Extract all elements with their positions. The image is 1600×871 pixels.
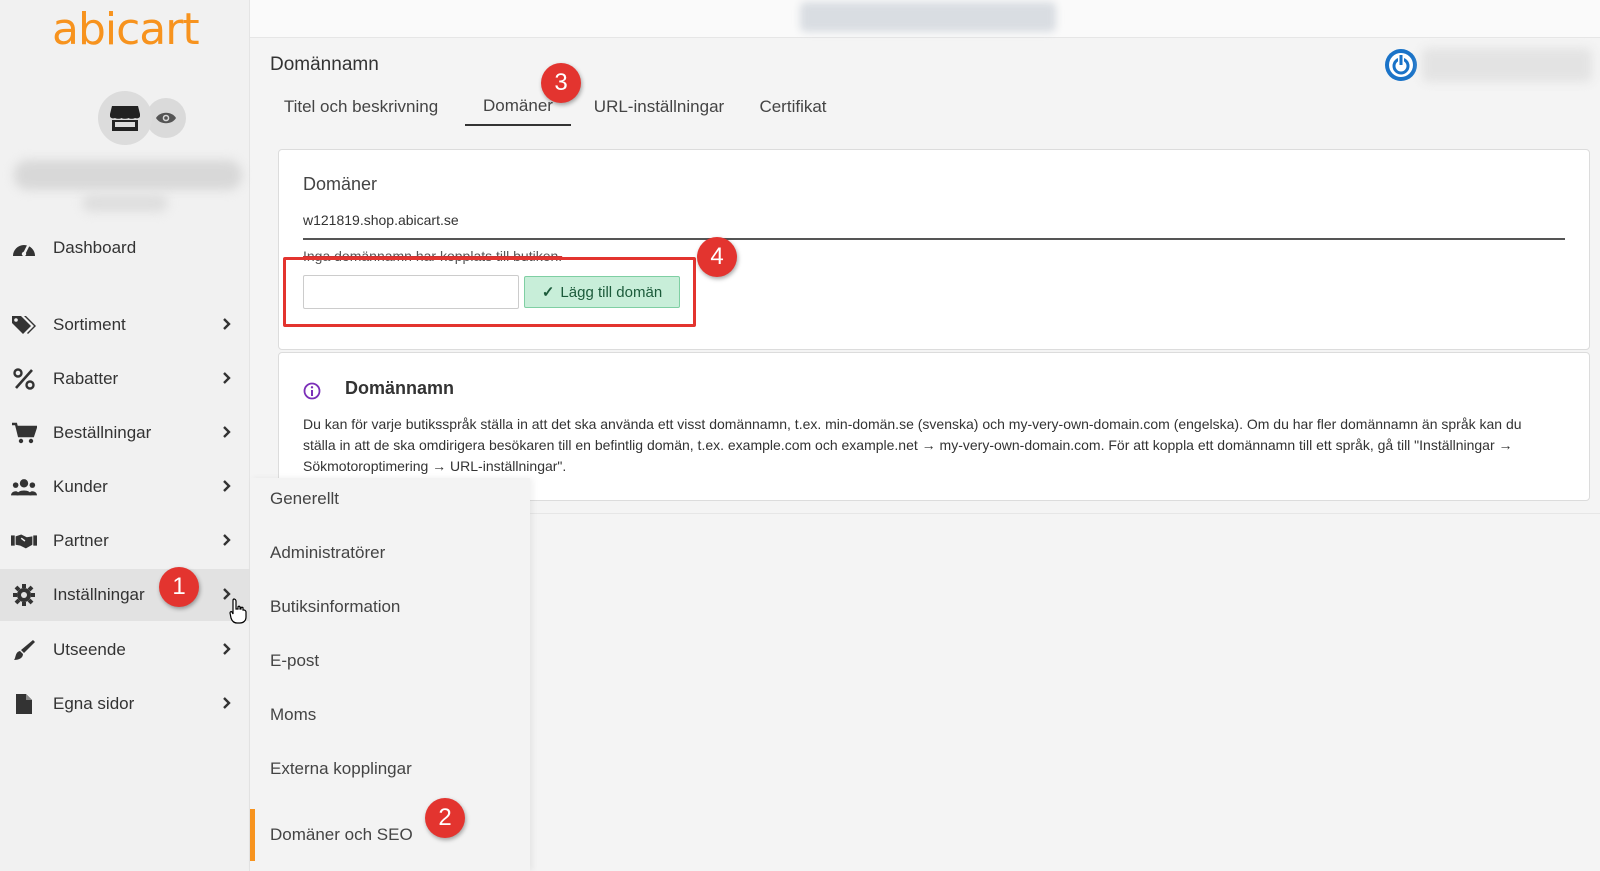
cart-icon [11,420,37,446]
tab-titel-och-beskrivning[interactable]: Titel och beskrivning [270,88,452,126]
domain-underline [303,238,1565,240]
submenu-item-butiksinformation[interactable]: Butiksinformation [250,581,530,633]
chevron-right-icon [223,318,231,330]
store-buttons [98,91,188,145]
preview-store-button[interactable] [146,98,186,138]
settings-submenu: Generellt Administratörer Butiksinformat… [250,478,530,871]
users-icon [11,474,37,500]
info-card-text: Du kan för varje butiksspråk ställa in a… [303,416,1522,474]
sidebar-item-bestallningar[interactable]: Beställningar [0,407,250,459]
abicart-logo[interactable]: abicart [52,4,200,55]
tab-url-installningar[interactable]: URL-inställningar [585,88,733,126]
sidebar-item-label: Kunder [53,477,108,496]
sidebar-item-label: Sortiment [53,315,126,334]
domains-card-title: Domäner [303,174,378,194]
sidebar-item-label: Beställningar [53,423,152,442]
sidebar-item-kunder[interactable]: Kunder [0,461,250,513]
current-domain: w121819.shop.abicart.se [303,212,459,228]
sidebar: abicart Dashboard Sortiment Rabatter Bes… [0,0,250,871]
eye-icon [156,112,176,124]
submenu-item-moms[interactable]: Moms [250,689,530,741]
chevron-right-icon [223,697,231,709]
tags-icon [11,312,37,338]
sidebar-item-partner[interactable]: Partner [0,515,250,567]
chevron-right-icon [223,643,231,655]
step-badge-2: 2 [425,798,465,838]
submenu-item-domaner-och-seo[interactable]: Domäner och SEO [250,809,530,861]
handshake-icon [11,528,37,554]
step-badge-1: 1 [159,567,199,607]
user-name-redacted [1422,48,1592,82]
submenu-item-externa-kopplingar[interactable]: Externa kopplingar [250,743,530,795]
tab-certifikat[interactable]: Certifikat [748,88,838,126]
step-badge-4: 4 [697,237,737,277]
power-icon[interactable] [1384,48,1418,82]
submenu-item-administratorer[interactable]: Administratörer [250,527,530,579]
sidebar-item-utseende[interactable]: Utseende [0,624,250,676]
store-button[interactable] [98,91,152,145]
chevron-right-icon [223,534,231,546]
sidebar-item-rabatter[interactable]: Rabatter [0,353,250,405]
hand-cursor-icon [229,598,247,624]
store-name-redacted [14,160,242,190]
sidebar-item-label: Egna sidor [53,694,135,713]
percent-icon [11,366,37,392]
sidebar-item-label: Utseende [53,640,126,659]
sidebar-item-sortiment[interactable]: Sortiment [0,299,250,351]
brush-icon [11,637,37,663]
store-sub-redacted [82,194,168,212]
sidebar-item-egna-sidor[interactable]: Egna sidor [0,678,250,730]
step-badge-3: 3 [541,63,581,103]
submenu-item-e-post[interactable]: E-post [250,635,530,687]
sidebar-item-dashboard[interactable]: Dashboard [0,222,250,274]
top-bar [250,0,1600,38]
info-icon [303,382,321,400]
chevron-right-icon [223,480,231,492]
file-icon [11,691,37,717]
dashboard-gauge-icon [11,235,37,261]
gear-icon [11,582,37,608]
sidebar-item-label: Partner [53,531,109,550]
sidebar-item-installningar[interactable]: Inställningar [0,569,250,621]
app-root: abicart Dashboard Sortiment Rabatter Bes… [0,0,1600,871]
store-icon [110,106,140,131]
sidebar-item-label: Inställningar [53,585,145,604]
page-title: Domännamn [270,54,379,75]
submenu-item-generellt[interactable]: Generellt [250,473,530,525]
chevron-right-icon [223,372,231,384]
info-card-title: Domännamn [345,378,455,398]
topbar-redacted [800,2,1056,32]
sidebar-item-label: Rabatter [53,369,119,388]
chevron-right-icon [223,426,231,438]
highlight-box [283,257,696,327]
sidebar-item-label: Dashboard [53,238,137,257]
